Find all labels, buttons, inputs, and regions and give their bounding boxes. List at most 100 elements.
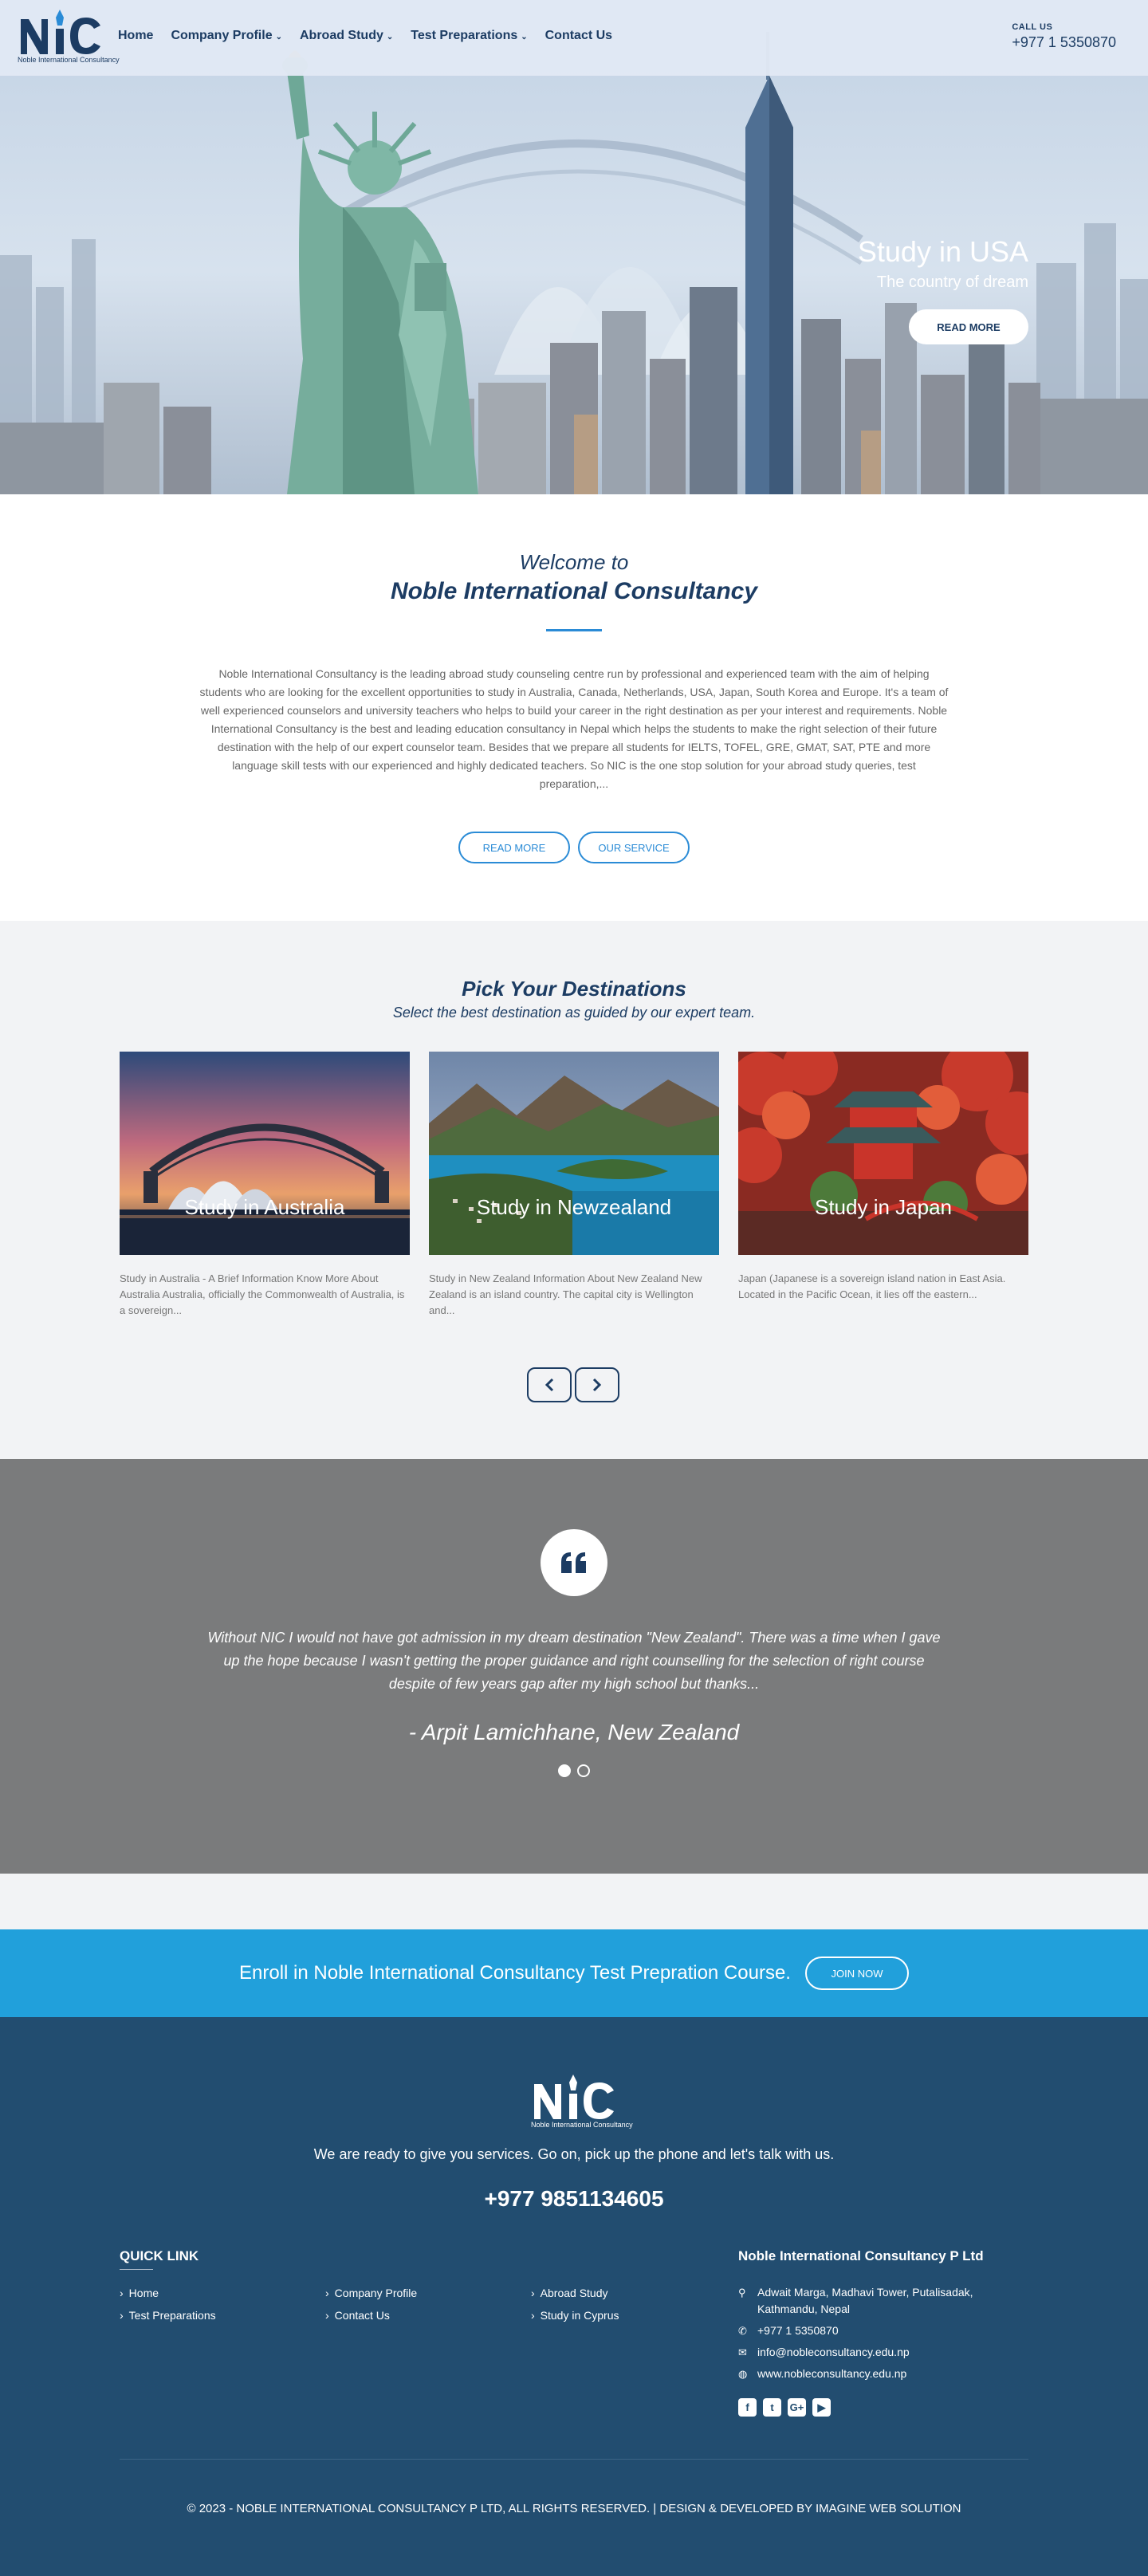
destination-card-australia: Study in Australia Study in Australia - …: [120, 1052, 410, 1319]
carousel-next-button[interactable]: [575, 1367, 619, 1402]
call-us-phone[interactable]: +977 1 5350870: [1012, 34, 1116, 51]
card-image-japan[interactable]: Study in Japan: [738, 1052, 1028, 1255]
japan-pagoda-image: [738, 1052, 1028, 1255]
testimonial-text: Without NIC I would not have got admissi…: [207, 1630, 941, 1692]
company-phone[interactable]: ✆ +977 1 5350870: [738, 2322, 1033, 2339]
map-marker-icon: ⚲: [738, 2287, 746, 2299]
quick-link-contact-us[interactable]: Contact Us: [325, 2309, 531, 2322]
quick-link-home[interactable]: Home: [120, 2287, 325, 2299]
card-image-australia[interactable]: Study in Australia: [120, 1052, 410, 1255]
company-website-text: www.nobleconsultancy.edu.np: [757, 2367, 907, 2380]
quick-link-company-profile[interactable]: Company Profile: [325, 2287, 531, 2299]
twitter-icon[interactable]: t: [763, 2398, 781, 2417]
company-phone-text: +977 1 5350870: [757, 2324, 839, 2337]
testimonial-dot-1[interactable]: [558, 1764, 571, 1777]
welcome-text: Noble International Consultancy is the l…: [199, 667, 949, 790]
card-text-japan: Japan (Japanese is a sovereign island na…: [738, 1272, 1006, 1300]
footer-copyright: © 2023 - NOBLE INTERNATIONAL CONSULTANCY…: [187, 2502, 961, 2515]
company-website[interactable]: ◍ www.nobleconsultancy.edu.np: [738, 2366, 1033, 2382]
quote-badge: [541, 1529, 607, 1596]
site-footer: Noble International Consultancy We are r…: [0, 2017, 1148, 2576]
nav-home[interactable]: Home: [118, 29, 153, 43]
footer-logo[interactable]: Noble International Consultancy: [531, 2073, 633, 2134]
carousel-prev-button[interactable]: [527, 1367, 572, 1402]
company-address: ⚲ Adwait Marga, Madhavi Tower, Putalisad…: [738, 2284, 1033, 2318]
destinations-title: Pick Your Destinations: [462, 977, 686, 1001]
quick-link-abroad-study[interactable]: Abroad Study: [531, 2287, 737, 2299]
chevron-left-icon: [545, 1378, 554, 1392]
read-more-button[interactable]: READ MORE: [458, 832, 570, 863]
card-label-australia: Study in Australia: [184, 1195, 345, 1219]
company-email-text: info@nobleconsultancy.edu.np: [757, 2346, 910, 2358]
company-contact-list: ⚲ Adwait Marga, Madhavi Tower, Putalisad…: [738, 2284, 1033, 2387]
logo-mark-icon: [21, 10, 100, 54]
nav-test-preparations[interactable]: Test Preparations ⌄: [411, 29, 527, 43]
destination-cards: Study in Australia Study in Australia - …: [120, 1052, 1028, 1319]
welcome-title: Noble International Consultancy: [390, 578, 758, 604]
enroll-banner: Enroll in Noble International Consultanc…: [0, 1929, 1148, 2017]
card-label-newzealand: Study in Newzealand: [476, 1195, 672, 1219]
call-us: CALL US +977 1 5350870: [1012, 22, 1116, 51]
quick-link-title: QUICK LINK: [120, 2248, 199, 2263]
company-title: Noble International Consultancy P Ltd: [738, 2248, 984, 2263]
testimonial-dot-2[interactable]: [577, 1764, 590, 1777]
welcome-pretitle: Welcome to: [519, 550, 629, 574]
hero-subtitle: The country of dream: [876, 273, 1028, 291]
card-text-newzealand: Study in New Zealand Information About N…: [429, 1272, 702, 1316]
welcome-section: Welcome to Noble International Consultan…: [0, 494, 1148, 921]
footer-tagline: We are ready to give you services. Go on…: [313, 2146, 835, 2162]
quick-link-test-preparations[interactable]: Test Preparations: [120, 2309, 325, 2322]
quote-icon: [561, 1552, 586, 1573]
nav-company-profile[interactable]: Company Profile ⌄: [171, 29, 282, 43]
hero-title: Study in USA: [857, 235, 1028, 268]
site-logo[interactable]: Noble International Consultancy: [18, 8, 120, 69]
chevron-down-icon: ⌄: [275, 33, 282, 41]
section-spacer: [0, 1874, 1148, 1929]
carousel-arrows: [527, 1367, 619, 1402]
card-label-japan: Study in Japan: [814, 1195, 952, 1219]
nav-contact-us-label: Contact Us: [545, 29, 613, 42]
destinations-section: Pick Your Destinations Select the best d…: [0, 921, 1148, 1459]
join-now-button[interactable]: JOIN NOW: [804, 1957, 909, 1990]
nav-company-profile-label: Company Profile: [171, 29, 273, 42]
company-address-text: Adwait Marga, Madhavi Tower, Putalisadak…: [757, 2286, 973, 2315]
destinations-subtitle: Select the best destination as guided by…: [392, 1005, 756, 1021]
globe-icon: ◍: [738, 2368, 748, 2380]
chevron-down-icon: ⌄: [386, 33, 394, 41]
company-email[interactable]: ✉ info@nobleconsultancy.edu.np: [738, 2344, 1033, 2361]
facebook-icon[interactable]: f: [738, 2398, 757, 2417]
envelope-icon: ✉: [738, 2346, 747, 2358]
footer-phone[interactable]: +977 9851134605: [0, 2186, 1148, 2212]
google-plus-icon[interactable]: G+: [788, 2398, 806, 2417]
chevron-right-icon: [592, 1378, 602, 1392]
phone-icon: ✆: [738, 2325, 747, 2337]
footer-logo-text: Noble International Consultancy: [531, 2121, 633, 2129]
testimonial-section: Without NIC I would not have got admissi…: [0, 1459, 1148, 1874]
enroll-text: Enroll in Noble International Consultanc…: [239, 1962, 791, 1984]
welcome-divider: [546, 629, 602, 631]
sydney-opera-house-image: [120, 1052, 410, 1255]
testimonial-author: - Arpit Lamichhane, New Zealand: [408, 1720, 740, 1744]
footer-divider: [120, 2459, 1028, 2460]
nav-home-label: Home: [118, 29, 154, 42]
quick-link-study-in-cyprus[interactable]: Study in Cyprus: [531, 2309, 737, 2322]
destination-card-newzealand: Study in Newzealand Study in New Zealand…: [429, 1052, 719, 1319]
nav-contact-us[interactable]: Contact Us: [545, 29, 612, 43]
social-links: f t G+ ▶: [738, 2398, 831, 2417]
main-nav: Home Company Profile ⌄ Abroad Study ⌄ Test…: [118, 29, 612, 43]
quick-link-underline: [120, 2269, 153, 2270]
youtube-icon[interactable]: ▶: [812, 2398, 831, 2417]
destination-card-japan: Study in Japan Japan (Japanese is a sove…: [738, 1052, 1028, 1319]
testimonial-pagination: [0, 1764, 1148, 1777]
footer-logo-mark-icon: [534, 2075, 614, 2119]
card-text-australia: Study in Australia - A Brief Information…: [120, 1272, 405, 1316]
quick-links: Home Company Profile Abroad Study Test P…: [120, 2287, 737, 2322]
call-us-label: CALL US: [1012, 22, 1053, 32]
our-service-button[interactable]: OUR SERVICE: [578, 832, 690, 863]
nav-abroad-study[interactable]: Abroad Study ⌄: [300, 29, 393, 43]
card-image-newzealand[interactable]: Study in Newzealand: [429, 1052, 719, 1255]
welcome-buttons: READ MORE OUR SERVICE: [0, 832, 1148, 863]
hero-read-more-button[interactable]: READ MORE: [909, 309, 1028, 344]
chevron-down-icon: ⌄: [521, 33, 528, 41]
site-header: Noble International Consultancy Home Com…: [0, 0, 1148, 76]
